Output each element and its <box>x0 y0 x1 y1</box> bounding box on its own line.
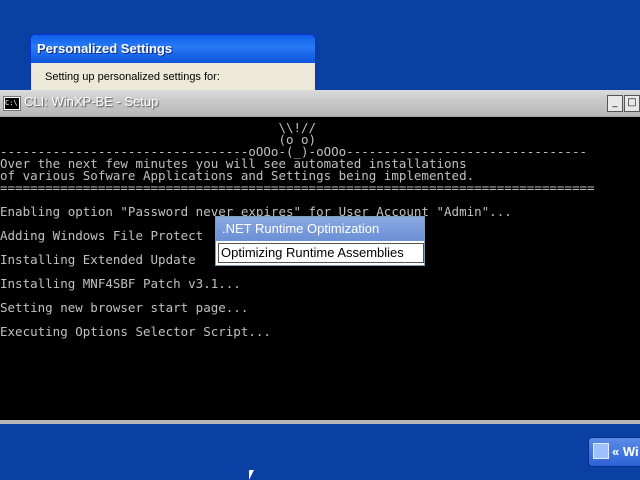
taskbar-button-label: « Wi <box>612 444 639 459</box>
minimize-button[interactable]: _ <box>607 95 623 112</box>
console-line: Executing Options Selector Script... <box>0 324 271 339</box>
console-line: Setting new browser start page... <box>0 300 249 315</box>
window-icon <box>593 443 609 459</box>
console-icon[interactable]: C:\ <box>3 96 21 111</box>
console-line: ========================================… <box>0 180 595 195</box>
console-output[interactable]: \\!// (o o) ----------------------------… <box>0 117 640 420</box>
taskbar-button[interactable]: « Wi <box>588 437 640 467</box>
console-line: Installing MNF4SBF Patch v3.1... <box>0 276 241 291</box>
console-line: Adding Windows File Protect <box>0 228 204 243</box>
maximize-button[interactable]: □ <box>624 95 640 112</box>
personalized-settings-message: Setting up personalized settings for: <box>45 71 220 83</box>
console-title: CLI: WinXP-BE - Setup <box>24 94 159 109</box>
net-runtime-popup: .NET Runtime Optimization Optimizing Run… <box>215 216 425 266</box>
console-titlebar[interactable]: C:\ CLI: WinXP-BE - Setup _ □ <box>0 90 640 117</box>
console-line: Installing Extended Update <box>0 252 196 267</box>
mouse-cursor-icon <box>249 470 259 480</box>
net-popup-status: Optimizing Runtime Assemblies <box>218 243 424 263</box>
personalized-settings-window: Personalized Settings Setting up persona… <box>30 34 316 96</box>
personalized-settings-title: Personalized Settings <box>31 35 315 63</box>
console-bottom-border <box>0 420 640 424</box>
net-popup-title: .NET Runtime Optimization <box>216 217 424 241</box>
